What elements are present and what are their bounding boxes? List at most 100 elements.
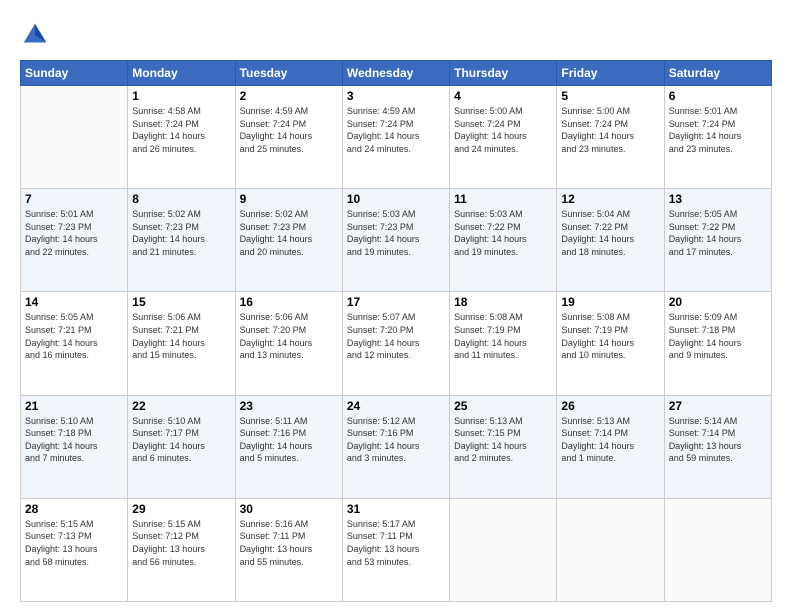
day-number: 11 (454, 192, 552, 206)
day-cell: 25 Sunrise: 5:13 AMSunset: 7:15 PMDayligh… (450, 395, 557, 498)
day-number: 6 (669, 89, 767, 103)
day-info: Sunrise: 5:11 AMSunset: 7:16 PMDaylight:… (240, 415, 338, 465)
day-number: 4 (454, 89, 552, 103)
day-info: Sunrise: 5:10 AMSunset: 7:17 PMDaylight:… (132, 415, 230, 465)
day-number: 15 (132, 295, 230, 309)
day-info: Sunrise: 5:01 AMSunset: 7:24 PMDaylight:… (669, 105, 767, 155)
day-cell: 3 Sunrise: 4:59 AMSunset: 7:24 PMDaylight… (342, 86, 449, 189)
day-info: Sunrise: 5:06 AMSunset: 7:20 PMDaylight:… (240, 311, 338, 361)
day-cell: 27 Sunrise: 5:14 AMSunset: 7:14 PMDayligh… (664, 395, 771, 498)
column-header-friday: Friday (557, 61, 664, 86)
day-number: 8 (132, 192, 230, 206)
day-cell (557, 498, 664, 601)
day-cell: 31Sunrise: 5:17 AMSunset: 7:11 PMDayligh… (342, 498, 449, 601)
day-number: 7 (25, 192, 123, 206)
day-cell: 20Sunrise: 5:09 AMSunset: 7:18 PMDayligh… (664, 292, 771, 395)
day-number: 29 (132, 502, 230, 516)
day-info: Sunrise: 5:06 AMSunset: 7:21 PMDaylight:… (132, 311, 230, 361)
day-cell: 10Sunrise: 5:03 AMSunset: 7:23 PMDayligh… (342, 189, 449, 292)
day-cell: 30 Sunrise: 5:16 AMSunset: 7:11 PMDayligh… (235, 498, 342, 601)
day-info: Sunrise: 5:14 AMSunset: 7:14 PMDaylight:… (669, 415, 767, 465)
day-cell: 12 Sunrise: 5:04 AMSunset: 7:22 PMDayligh… (557, 189, 664, 292)
day-info: Sunrise: 5:00 AMSunset: 7:24 PMDaylight:… (454, 105, 552, 155)
day-info: Sunrise: 5:15 AMSunset: 7:13 PMDaylight:… (25, 518, 123, 568)
day-cell: 11 Sunrise: 5:03 AMSunset: 7:22 PMDayligh… (450, 189, 557, 292)
day-number: 27 (669, 399, 767, 413)
day-info: Sunrise: 4:58 AMSunset: 7:24 PMDaylight:… (132, 105, 230, 155)
day-number: 18 (454, 295, 552, 309)
day-number: 17 (347, 295, 445, 309)
day-info: Sunrise: 5:02 AMSunset: 7:23 PMDaylight:… (132, 208, 230, 258)
day-info: Sunrise: 4:59 AMSunset: 7:24 PMDaylight:… (240, 105, 338, 155)
day-info: Sunrise: 5:10 AMSunset: 7:18 PMDaylight:… (25, 415, 123, 465)
day-number: 1 (132, 89, 230, 103)
day-info: Sunrise: 5:01 AMSunset: 7:23 PMDaylight:… (25, 208, 123, 258)
day-info: Sunrise: 5:08 AMSunset: 7:19 PMDaylight:… (561, 311, 659, 361)
day-cell: 24 Sunrise: 5:12 AMSunset: 7:16 PMDayligh… (342, 395, 449, 498)
day-number: 16 (240, 295, 338, 309)
day-info: Sunrise: 5:04 AMSunset: 7:22 PMDaylight:… (561, 208, 659, 258)
day-info: Sunrise: 5:08 AMSunset: 7:19 PMDaylight:… (454, 311, 552, 361)
day-cell: 13Sunrise: 5:05 AMSunset: 7:22 PMDayligh… (664, 189, 771, 292)
day-number: 26 (561, 399, 659, 413)
day-info: Sunrise: 5:12 AMSunset: 7:16 PMDaylight:… (347, 415, 445, 465)
day-cell: 9Sunrise: 5:02 AMSunset: 7:23 PMDaylight… (235, 189, 342, 292)
column-header-tuesday: Tuesday (235, 61, 342, 86)
day-cell: 4 Sunrise: 5:00 AMSunset: 7:24 PMDaylight… (450, 86, 557, 189)
day-cell: 2 Sunrise: 4:59 AMSunset: 7:24 PMDaylight… (235, 86, 342, 189)
column-header-thursday: Thursday (450, 61, 557, 86)
day-number: 14 (25, 295, 123, 309)
day-cell: 6 Sunrise: 5:01 AMSunset: 7:24 PMDaylight… (664, 86, 771, 189)
column-header-saturday: Saturday (664, 61, 771, 86)
week-row-4: 21 Sunrise: 5:10 AMSunset: 7:18 PMDayligh… (21, 395, 772, 498)
day-info: Sunrise: 5:16 AMSunset: 7:11 PMDaylight:… (240, 518, 338, 568)
day-info: Sunrise: 4:59 AMSunset: 7:24 PMDaylight:… (347, 105, 445, 155)
day-cell (450, 498, 557, 601)
day-cell: 29 Sunrise: 5:15 AMSunset: 7:12 PMDayligh… (128, 498, 235, 601)
day-number: 3 (347, 89, 445, 103)
header (20, 20, 772, 50)
day-cell: 14 Sunrise: 5:05 AMSunset: 7:21 PMDayligh… (21, 292, 128, 395)
day-info: Sunrise: 5:05 AMSunset: 7:21 PMDaylight:… (25, 311, 123, 361)
day-cell: 22 Sunrise: 5:10 AMSunset: 7:17 PMDayligh… (128, 395, 235, 498)
day-number: 28 (25, 502, 123, 516)
day-info: Sunrise: 5:17 AMSunset: 7:11 PMDaylight:… (347, 518, 445, 568)
day-number: 2 (240, 89, 338, 103)
day-cell: 15 Sunrise: 5:06 AMSunset: 7:21 PMDayligh… (128, 292, 235, 395)
day-number: 21 (25, 399, 123, 413)
week-row-5: 28 Sunrise: 5:15 AMSunset: 7:13 PMDayligh… (21, 498, 772, 601)
header-row: SundayMondayTuesdayWednesdayThursdayFrid… (21, 61, 772, 86)
day-info: Sunrise: 5:13 AMSunset: 7:14 PMDaylight:… (561, 415, 659, 465)
day-cell: 23Sunrise: 5:11 AMSunset: 7:16 PMDayligh… (235, 395, 342, 498)
day-info: Sunrise: 5:13 AMSunset: 7:15 PMDaylight:… (454, 415, 552, 465)
day-cell: 5Sunrise: 5:00 AMSunset: 7:24 PMDaylight… (557, 86, 664, 189)
day-cell (664, 498, 771, 601)
day-number: 10 (347, 192, 445, 206)
column-header-monday: Monday (128, 61, 235, 86)
day-cell: 21 Sunrise: 5:10 AMSunset: 7:18 PMDayligh… (21, 395, 128, 498)
day-number: 24 (347, 399, 445, 413)
day-number: 5 (561, 89, 659, 103)
day-number: 19 (561, 295, 659, 309)
week-row-1: 1 Sunrise: 4:58 AMSunset: 7:24 PMDaylight… (21, 86, 772, 189)
day-cell: 19 Sunrise: 5:08 AMSunset: 7:19 PMDayligh… (557, 292, 664, 395)
day-number: 20 (669, 295, 767, 309)
day-number: 22 (132, 399, 230, 413)
day-cell: 8 Sunrise: 5:02 AMSunset: 7:23 PMDaylight… (128, 189, 235, 292)
logo-icon (20, 20, 50, 50)
day-number: 30 (240, 502, 338, 516)
day-number: 9 (240, 192, 338, 206)
calendar: SundayMondayTuesdayWednesdayThursdayFrid… (20, 60, 772, 602)
week-row-2: 7 Sunrise: 5:01 AMSunset: 7:23 PMDaylight… (21, 189, 772, 292)
logo (20, 20, 54, 50)
day-info: Sunrise: 5:03 AMSunset: 7:22 PMDaylight:… (454, 208, 552, 258)
day-info: Sunrise: 5:05 AMSunset: 7:22 PMDaylight:… (669, 208, 767, 258)
day-cell: 7 Sunrise: 5:01 AMSunset: 7:23 PMDaylight… (21, 189, 128, 292)
day-info: Sunrise: 5:15 AMSunset: 7:12 PMDaylight:… (132, 518, 230, 568)
day-number: 12 (561, 192, 659, 206)
day-cell: 28 Sunrise: 5:15 AMSunset: 7:13 PMDayligh… (21, 498, 128, 601)
day-cell: 1 Sunrise: 4:58 AMSunset: 7:24 PMDaylight… (128, 86, 235, 189)
day-number: 25 (454, 399, 552, 413)
week-row-3: 14 Sunrise: 5:05 AMSunset: 7:21 PMDayligh… (21, 292, 772, 395)
column-header-wednesday: Wednesday (342, 61, 449, 86)
